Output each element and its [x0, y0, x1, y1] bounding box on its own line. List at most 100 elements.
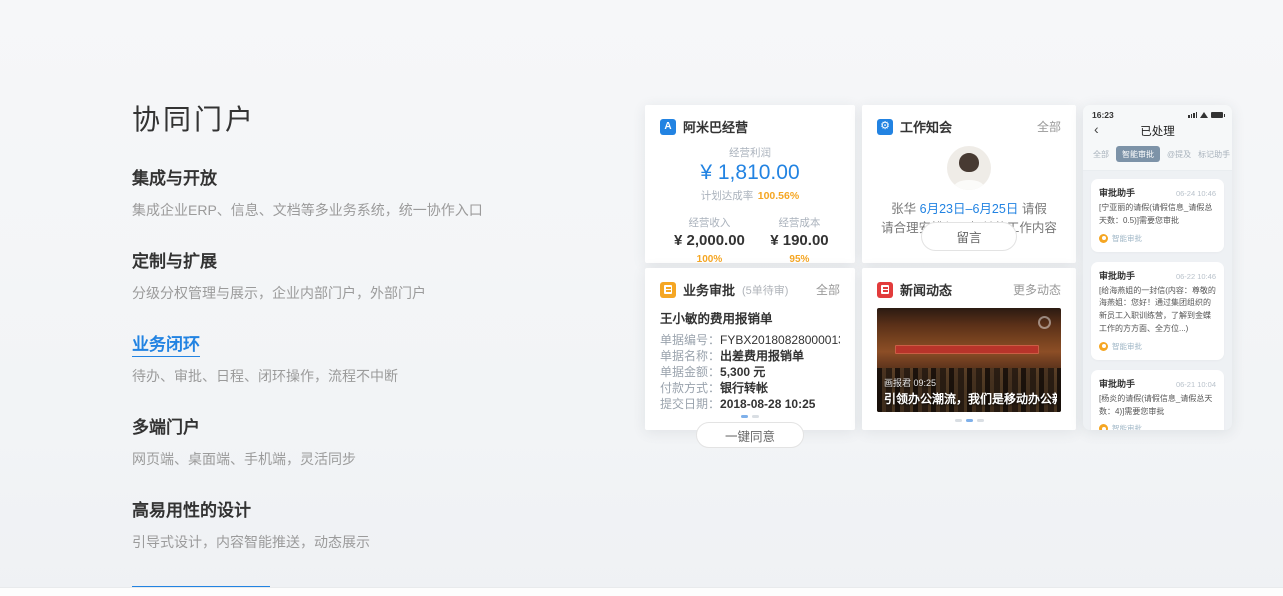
message-body: [宁亚丽的请假(请假信息_请假总天数：0.5)]需要您审批	[1099, 202, 1216, 228]
approval-carousel-dots[interactable]	[645, 415, 855, 418]
feature-heading-customization[interactable]: 定制与扩展	[132, 247, 572, 272]
card-work-notify: 工作知会 全部 张华 6月23日–6月25日 请假 请合理安排与Ta相关的工作内…	[862, 105, 1076, 263]
income-value: ¥ 2,000.00 100%	[660, 232, 759, 266]
photo-logo-ring-icon	[1038, 316, 1051, 329]
message-tag: 智能审批	[1099, 341, 1216, 352]
tab-all[interactable]: 全部	[1093, 149, 1109, 160]
phone-screen-title: 已处理	[1092, 120, 1223, 145]
carousel-dot[interactable]	[966, 419, 973, 422]
field-submit-date: 提交日期：2018-08-28 10:25	[660, 396, 840, 412]
one-click-approve-button[interactable]: 一键同意	[696, 422, 804, 448]
feature-closed-loop: 业务闭环 待办、审批、日程、闭环操作，流程不中断	[132, 330, 572, 386]
feature-usability: 高易用性的设计 引导式设计，内容智能推送，动态展示	[132, 496, 572, 552]
notify-all-link[interactable]: 全部	[1037, 118, 1061, 135]
work-notify-gear-icon	[877, 119, 893, 135]
amoeba-card-title: 阿米巴经营	[683, 117, 748, 136]
feature-column: 协同门户 集成与开放 集成企业ERP、信息、文档等多业务系统，统一协作入口 定制…	[132, 98, 572, 596]
page-title: 协同门户	[132, 98, 572, 138]
approval-message[interactable]: 审批助手 06-21 10:04 [杨炎的请假(请假信息_请假总天数：4)]需要…	[1091, 370, 1224, 430]
cost-value: ¥ 190.00 95%	[759, 232, 840, 266]
smart-approval-icon	[1099, 342, 1108, 351]
phone-header: 16:23 ‹ 已处理 全部 智能审批 @提及 标记助手 会易订	[1083, 105, 1232, 171]
message-time: 06-22 10:46	[1176, 272, 1216, 281]
carousel-dot[interactable]	[977, 419, 984, 422]
tab-smart-approval[interactable]: 智能审批	[1116, 146, 1160, 162]
rate-label: 计划达成率	[701, 190, 754, 202]
battery-icon	[1211, 112, 1223, 118]
approval-doc-glyph	[664, 285, 672, 294]
feature-heading-closed-loop[interactable]: 业务闭环	[132, 330, 572, 355]
field-doc-number: 单据编号：FYBX20180828000013	[660, 332, 840, 348]
field-payment-method: 付款方式：银行转帐	[660, 380, 840, 396]
leave-message-button[interactable]: 留言	[921, 222, 1017, 251]
approval-pending-count: (5单待审)	[742, 282, 788, 298]
message-sender: 审批助手	[1099, 377, 1135, 390]
field-doc-name: 单据名称：出差费用报销单	[660, 348, 840, 364]
approval-message[interactable]: 审批助手 06-22 10:46 [给海燕姐的一封信(内容：尊敬的海燕姐：您好！…	[1091, 262, 1224, 360]
cost-label: 经营成本	[759, 215, 840, 230]
carousel-dot[interactable]	[955, 419, 962, 422]
expense-fields: 单据编号：FYBX20180828000013 单据名称：出差费用报销单 单据金…	[645, 332, 855, 412]
feature-customization: 定制与扩展 分级分权管理与展示，企业内部门户，外部门户	[132, 247, 572, 303]
notify-card-title: 工作知会	[900, 117, 952, 136]
feature-multi-terminal: 多端门户 网页端、桌面端、手机端，灵活同步	[132, 413, 572, 469]
tab-mentions[interactable]: @提及	[1167, 149, 1191, 160]
portal-feature-section: 协同门户 集成与开放 集成企业ERP、信息、文档等多业务系统，统一协作入口 定制…	[0, 0, 1283, 596]
tab-marked-assistant[interactable]: 标记助手	[1198, 149, 1230, 160]
profit-amount: ¥ 1,810.00	[645, 161, 855, 185]
status-icons	[1188, 112, 1223, 118]
message-sender: 审批助手	[1099, 269, 1135, 282]
status-time: 16:23	[1092, 110, 1114, 120]
profit-label: 经营利润	[645, 145, 855, 160]
carousel-dot[interactable]	[752, 415, 759, 418]
signal-icon	[1188, 112, 1197, 118]
feature-desc-usability: 引导式设计，内容智能推送，动态展示	[132, 532, 572, 552]
message-tag: 智能审批	[1099, 233, 1216, 244]
message-sender: 审批助手	[1099, 186, 1135, 199]
feature-heading-multi-terminal[interactable]: 多端门户	[132, 413, 572, 438]
phone-message-list: 审批助手 06-24 10:46 [宁亚丽的请假(请假信息_请假总天数：0.5)…	[1083, 171, 1232, 430]
message-body: [给海燕姐的一封信(内容：尊敬的海燕姐：您好！通过集团组织的新员工入职训练营，了…	[1099, 285, 1216, 336]
smart-approval-icon	[1099, 234, 1108, 243]
income-percent: 100%	[697, 254, 723, 265]
message-tag: 智能审批	[1099, 423, 1216, 430]
feature-desc-closed-loop: 待办、审批、日程、闭环操作，流程不中断	[132, 366, 572, 386]
news-photo[interactable]: 画报君 09:25 引领办公潮流，我们是移动办公新青年！	[877, 308, 1061, 412]
card-business-approval: 业务审批 (5单待审) 全部 王小敏的费用报销单 单据编号：FYBX201808…	[645, 268, 855, 430]
leave-notice-line: 张华 6月23日–6月25日 请假	[862, 200, 1076, 219]
feature-desc-customization: 分级分权管理与展示，企业内部门户，外部门户	[132, 283, 572, 303]
more-news-link[interactable]: 更多动态	[1013, 281, 1061, 298]
leave-dates: 6月23日–6月25日	[920, 202, 1019, 216]
back-icon[interactable]: ‹	[1094, 121, 1099, 137]
news-card-title: 新闻动态	[900, 280, 952, 299]
amoeba-app-icon: A	[660, 119, 676, 135]
phone-mockup: 16:23 ‹ 已处理 全部 智能审批 @提及 标记助手 会易订	[1083, 105, 1232, 430]
feature-heading-usability[interactable]: 高易用性的设计	[132, 496, 572, 521]
photo-banner	[895, 345, 1039, 354]
approval-message[interactable]: 审批助手 06-24 10:46 [宁亚丽的请假(请假信息_请假总天数：0.5)…	[1091, 179, 1224, 252]
news-carousel-dots[interactable]	[862, 419, 1076, 422]
feature-desc-integration: 集成企业ERP、信息、文档等多业务系统，统一协作入口	[132, 200, 572, 220]
cost-percent: 95%	[789, 254, 809, 265]
message-body: [杨炎的请假(请假信息_请假总天数：4)]需要您审批	[1099, 393, 1216, 419]
feature-desc-multi-terminal: 网页端、桌面端、手机端，灵活同步	[132, 449, 572, 469]
news-doc-glyph	[881, 285, 889, 294]
cost-stat: 经营成本 ¥ 190.00 95%	[759, 215, 840, 266]
income-label: 经营收入	[660, 215, 759, 230]
rate-value: 100.56%	[758, 190, 799, 202]
wifi-icon	[1200, 112, 1208, 118]
feature-heading-integration[interactable]: 集成与开放	[132, 164, 572, 189]
news-app-icon	[877, 282, 893, 298]
news-author-time: 画报君 09:25	[884, 376, 936, 389]
smart-approval-icon	[1099, 424, 1108, 430]
expense-doc-title: 王小敏的费用报销单	[645, 308, 855, 327]
income-stat: 经营收入 ¥ 2,000.00 100%	[660, 215, 759, 266]
approval-all-link[interactable]: 全部	[816, 281, 840, 298]
card-news-feed: 新闻动态 更多动态 画报君 09:25 引领办公潮流，我们是移动办公新青年！	[862, 268, 1076, 430]
message-time: 06-21 10:04	[1176, 380, 1216, 389]
approval-card-title: 业务审批	[683, 280, 735, 299]
phone-filter-tabs: 全部 智能审批 @提及 标记助手 会易订	[1092, 145, 1223, 170]
carousel-dot[interactable]	[741, 415, 748, 418]
message-time: 06-24 10:46	[1176, 189, 1216, 198]
field-amount: 单据金额：5,300 元	[660, 364, 840, 380]
